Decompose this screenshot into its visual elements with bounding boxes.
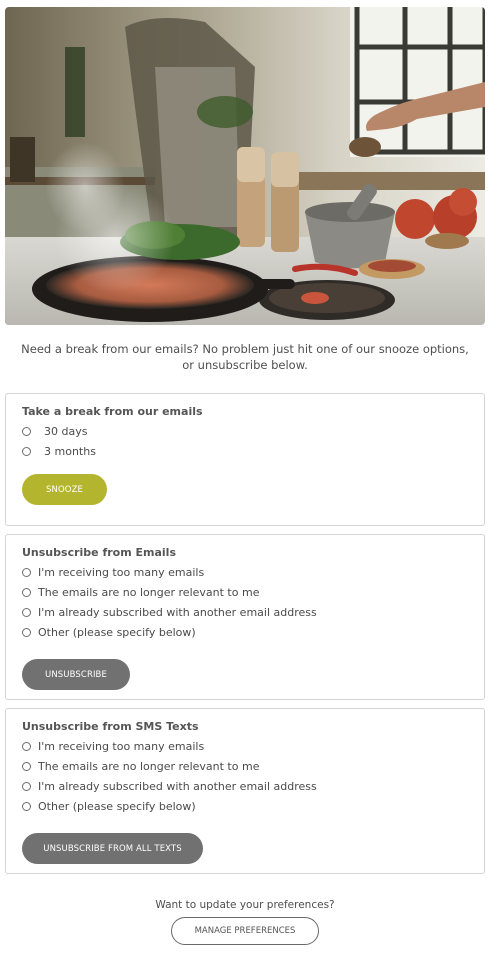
snooze-button[interactable]: SNOOZE — [22, 474, 107, 505]
option-label: I'm receiving too many emails — [38, 565, 205, 579]
radio-button[interactable] — [22, 567, 31, 577]
preferences-question: Want to update your preferences? — [155, 899, 335, 911]
intro-text: Need a break from our emails? No problem… — [21, 342, 469, 372]
sms-option-too-many[interactable]: I'm receiving too many emails — [22, 739, 204, 753]
radio-button[interactable] — [22, 741, 31, 751]
email-option-other[interactable]: Other (please specify below) — [22, 625, 196, 639]
option-label: Other (please specify below) — [38, 625, 196, 639]
unsubscribe-sms-title: Unsubscribe from SMS Texts — [22, 720, 199, 733]
option-label: 3 months — [44, 444, 96, 458]
unsubscribe-emails-title: Unsubscribe from Emails — [22, 546, 176, 559]
radio-button[interactable] — [22, 761, 31, 771]
email-option-not-relevant[interactable]: The emails are no longer relevant to me — [22, 585, 259, 599]
snooze-title: Take a break from our emails — [22, 405, 203, 418]
snooze-option-30-days[interactable]: 30 days — [22, 424, 87, 438]
sms-option-not-relevant[interactable]: The emails are no longer relevant to me — [22, 759, 259, 773]
sms-option-another-address[interactable]: I'm already subscribed with another emai… — [22, 779, 317, 793]
radio-button[interactable] — [22, 587, 31, 597]
sms-option-other[interactable]: Other (please specify below) — [22, 799, 196, 813]
snooze-card: Take a break from our emails 30 days 3 m… — [5, 393, 485, 526]
radio-button[interactable] — [22, 781, 31, 791]
option-label: 30 days — [44, 424, 88, 438]
unsubscribe-emails-card: Unsubscribe from Emails I'm receiving to… — [5, 534, 485, 700]
option-label: The emails are no longer relevant to me — [38, 585, 260, 599]
radio-button[interactable] — [22, 801, 31, 811]
email-option-too-many[interactable]: I'm receiving too many emails — [22, 565, 204, 579]
unsubscribe-sms-card: Unsubscribe from SMS Texts I'm receiving… — [5, 708, 485, 874]
unsubscribe-all-texts-button[interactable]: UNSUBSCRIBE FROM ALL TEXTS — [22, 833, 203, 864]
radio-button[interactable] — [22, 607, 31, 617]
manage-preferences-button[interactable]: MANAGE PREFERENCES — [171, 917, 319, 945]
radio-button[interactable] — [22, 627, 31, 637]
radio-button[interactable] — [22, 426, 31, 436]
option-label: Other (please specify below) — [38, 799, 196, 813]
radio-button[interactable] — [22, 446, 31, 456]
option-label: I'm receiving too many emails — [38, 739, 205, 753]
hero-image — [5, 7, 485, 325]
option-label: I'm already subscribed with another emai… — [38, 779, 317, 793]
option-label: I'm already subscribed with another emai… — [38, 605, 317, 619]
snooze-option-3-months[interactable]: 3 months — [22, 444, 96, 458]
option-label: The emails are no longer relevant to me — [38, 759, 260, 773]
unsubscribe-button[interactable]: UNSUBSCRIBE — [22, 659, 130, 690]
email-option-another-address[interactable]: I'm already subscribed with another emai… — [22, 605, 317, 619]
